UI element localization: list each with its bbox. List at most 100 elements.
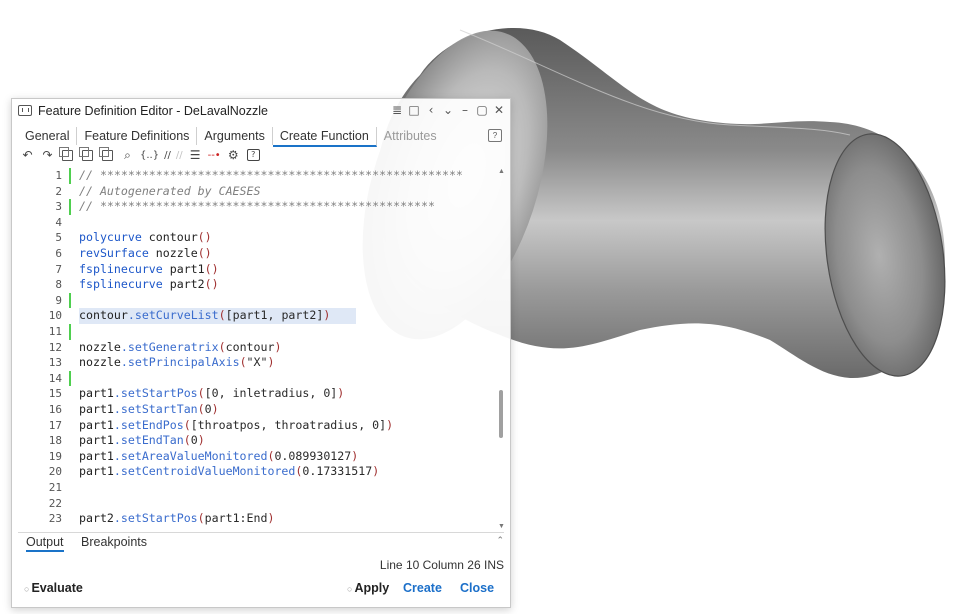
code-text: revSurface nozzle() <box>79 246 212 260</box>
indent-icon[interactable]: ☰ <box>188 147 203 163</box>
code-line[interactable]: 5 polycurve contour() <box>30 230 490 246</box>
code-line[interactable]: 9 <box>30 292 490 309</box>
code-line[interactable]: 18 part1.setEndTan(0) <box>30 433 490 449</box>
editor-toolbar: ↶ ↷ ⌕ {..} // // ☰ --• ⚙ ? <box>20 146 261 164</box>
code-text: part1.setEndPos([throatpos, throatradius… <box>79 417 394 432</box>
change-marker <box>69 324 71 340</box>
code-line[interactable]: 4 <box>30 215 490 231</box>
line-number: 14 <box>48 371 62 385</box>
code-text: contour.setCurveList([part1, part2]) <box>79 308 357 324</box>
braces-icon[interactable]: {..} <box>140 147 159 163</box>
code-line[interactable]: 17 part1.setEndPos([throatpos, throatradi… <box>30 418 490 434</box>
maximize-icon[interactable]: ▢ <box>475 102 489 118</box>
scroll-up-arrow[interactable]: ▲ <box>498 168 505 175</box>
copy-icon[interactable] <box>59 146 75 163</box>
change-marker <box>69 199 71 215</box>
line-number: 6 <box>55 247 62 260</box>
tab-create-function[interactable]: Create Function <box>272 127 377 147</box>
dialog-footer: ○ Evaluate ○ Apply Create Close <box>24 581 498 599</box>
window-controls: ≣ □ ‹ ⌄ – ▢ ✕ <box>390 102 506 118</box>
tab-arguments[interactable]: Arguments <box>197 127 273 145</box>
duplicate-icon[interactable] <box>79 146 95 163</box>
breakpoint-icon[interactable]: --• <box>208 147 221 163</box>
tab-attributes[interactable]: Attributes <box>377 127 444 145</box>
code-text: nozzle.setPrincipalAxis("X") <box>79 355 275 370</box>
help-toolbar-icon[interactable]: ? <box>246 147 261 163</box>
code-line[interactable]: 15 part1.setStartPos([0, inletradius, 0]) <box>30 386 490 402</box>
paste-icon[interactable] <box>99 146 115 163</box>
tab-general[interactable]: General <box>18 127 78 145</box>
undo-icon[interactable]: ↶ <box>20 147 35 163</box>
code-line[interactable]: 2 // Autogenerated by CAESES <box>30 184 490 200</box>
comment-icon[interactable]: // <box>164 147 171 163</box>
code-text: part2.setStartPos(part1:End) <box>79 511 275 526</box>
code-line[interactable]: 20 part1.setCentroidValueMonitored(0.1733… <box>30 464 490 480</box>
gear-icon[interactable]: ⚙ <box>226 147 241 163</box>
code-line[interactable]: 21 <box>30 480 490 496</box>
editor-scrollbar[interactable]: ▲ ▼ <box>498 168 505 530</box>
code-line[interactable]: 7 fsplinecurve part1() <box>30 262 490 278</box>
line-number: 7 <box>55 262 62 276</box>
status-bar: Line 10 Column 26 INS <box>379 558 504 572</box>
code-line[interactable]: 13 nozzle.setPrincipalAxis("X") <box>30 355 490 371</box>
chevron-left-icon[interactable]: ‹ <box>424 102 438 118</box>
create-button[interactable]: Create <box>403 581 442 595</box>
change-marker <box>69 168 71 184</box>
code-line[interactable]: 19 part1.setAreaValueMonitored(0.08993012… <box>30 449 490 465</box>
code-line[interactable]: 10 contour.setCurveList([part1, part2]) <box>30 308 490 324</box>
tab-output[interactable]: Output <box>26 535 64 552</box>
close-icon[interactable]: ✕ <box>492 102 506 118</box>
line-number: 1 <box>55 169 62 182</box>
search-icon[interactable]: ⌕ <box>120 147 135 163</box>
line-number: 17 <box>48 418 62 432</box>
menu-icon[interactable]: ≣ <box>390 102 404 118</box>
scroll-thumb[interactable] <box>499 390 503 438</box>
code-line[interactable]: 16 part1.setStartTan(0) <box>30 402 490 418</box>
code-text: // Autogenerated by CAESES <box>79 183 261 198</box>
code-editor[interactable]: 1 // ************************************… <box>30 168 506 530</box>
tab-breakpoints[interactable]: Breakpoints <box>81 535 147 550</box>
code-line[interactable]: 14 <box>30 370 490 387</box>
code-text: fsplinecurve part2() <box>79 277 219 292</box>
code-line[interactable]: 22 <box>30 496 490 512</box>
code-text: polycurve contour() <box>79 230 212 245</box>
window-title: Feature Definition Editor - DeLavalNozzl… <box>38 104 268 118</box>
code-line[interactable]: 8 fsplinecurve part2() <box>30 277 490 293</box>
redo-icon[interactable]: ↷ <box>40 147 55 163</box>
code-line[interactable]: 6 revSurface nozzle() <box>30 246 490 262</box>
chevron-down-icon[interactable]: ⌄ <box>441 102 455 118</box>
code-text: fsplinecurve part1() <box>79 261 219 276</box>
minimize-icon[interactable]: – <box>458 102 472 118</box>
close-button[interactable]: Close <box>460 581 494 595</box>
help-icon[interactable]: ? <box>488 129 502 142</box>
code-text: nozzle.setGeneratrix(contour) <box>79 339 282 354</box>
line-number: 20 <box>48 465 62 479</box>
line-number: 3 <box>55 200 62 214</box>
tab-feature-definitions[interactable]: Feature Definitions <box>77 127 198 145</box>
scroll-down-arrow[interactable]: ▼ <box>498 523 505 530</box>
code-text: part1.setCentroidValueMonitored(0.173315… <box>79 464 380 479</box>
editor-tabs: General Feature Definitions Arguments Cr… <box>18 127 444 147</box>
line-number: 13 <box>48 356 62 370</box>
uncomment-icon[interactable]: // <box>176 147 183 163</box>
apply-button[interactable]: ○ Apply <box>347 581 389 595</box>
title-bar[interactable]: Feature Definition Editor - DeLavalNozzl… <box>12 99 510 123</box>
panel-collapse-icon[interactable]: ⌃ <box>496 535 504 546</box>
evaluate-button[interactable]: ○ Evaluate <box>24 581 83 595</box>
code-line[interactable]: 1 // ************************************… <box>30 168 490 184</box>
line-number: 11 <box>48 325 62 338</box>
line-number: 19 <box>48 449 62 463</box>
code-line[interactable]: 3 // ************************************… <box>30 199 490 215</box>
line-number: 22 <box>48 496 62 510</box>
code-line[interactable]: 11 <box>30 324 490 340</box>
line-number: 23 <box>48 512 62 526</box>
code-line[interactable]: 23 part2.setStartPos(part1:End) <box>30 511 490 527</box>
line-number: 12 <box>48 340 62 354</box>
app-window-icon <box>18 105 32 116</box>
change-marker <box>69 370 71 387</box>
line-number: 4 <box>55 215 62 229</box>
evaluate-icon: ○ <box>24 584 30 594</box>
code-line[interactable]: 12 nozzle.setGeneratrix(contour) <box>30 340 490 356</box>
float-icon[interactable]: □ <box>407 102 421 118</box>
line-number: 15 <box>48 387 62 401</box>
